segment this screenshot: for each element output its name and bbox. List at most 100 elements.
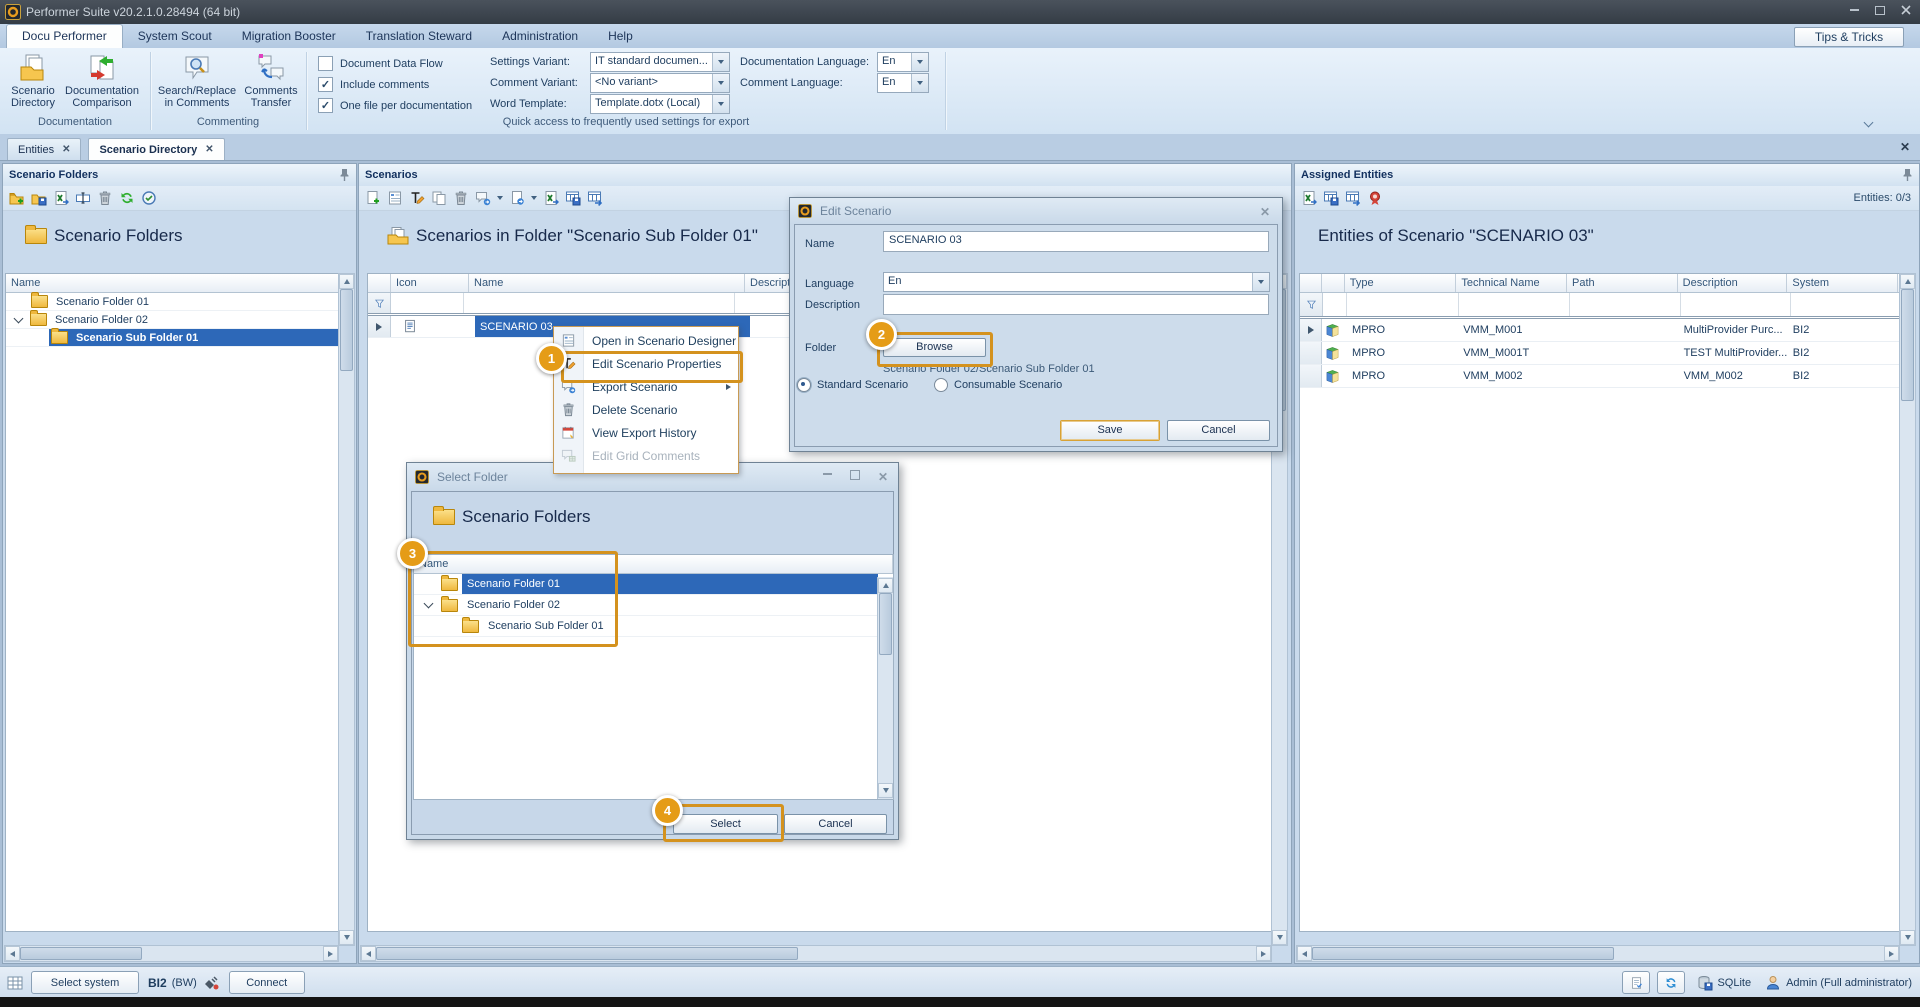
- scroll-up-icon[interactable]: [878, 578, 893, 593]
- doc-tab-scenario-directory[interactable]: Scenario Directory ✕: [88, 138, 224, 160]
- close-icon[interactable]: ✕: [1260, 205, 1270, 219]
- search-replace-comments-button[interactable]: Search/Replace in Comments: [155, 51, 239, 113]
- tree-item-scenario-folder-02[interactable]: Scenario Folder 02: [6, 311, 343, 329]
- scroll-thumb[interactable]: [1901, 289, 1914, 401]
- radio-consumable-scenario[interactable]: Consumable Scenario: [934, 378, 1062, 392]
- scroll-up-icon[interactable]: [1900, 274, 1915, 289]
- horizontal-scrollbar[interactable]: [4, 945, 339, 962]
- comment-language-select[interactable]: En: [877, 73, 929, 93]
- tree-item-scenario-folder-01[interactable]: Scenario Folder 01: [6, 293, 343, 311]
- save-grid-icon[interactable]: [565, 190, 581, 206]
- maximize-icon[interactable]: [1874, 4, 1886, 16]
- tab-migration-booster[interactable]: Migration Booster: [227, 25, 351, 48]
- close-tab-icon[interactable]: ✕: [205, 144, 213, 155]
- pin-icon[interactable]: [339, 168, 350, 182]
- export-grid-icon[interactable]: [587, 190, 603, 206]
- description-field[interactable]: [883, 294, 1269, 315]
- menu-item-view-export-history[interactable]: View Export History: [554, 421, 738, 444]
- minimize-icon[interactable]: [1848, 4, 1860, 16]
- chevron-down-icon[interactable]: [911, 53, 928, 71]
- entity-row[interactable]: MPRO VMM_M001 MultiProvider Purc... BI2: [1300, 319, 1903, 342]
- close-icon[interactable]: ✕: [878, 470, 888, 484]
- scenario-directory-button[interactable]: Scenario Directory: [4, 51, 62, 113]
- scroll-down-icon[interactable]: [878, 783, 893, 798]
- entity-row[interactable]: MPRO VMM_M002 VMM_M002 BI2: [1300, 365, 1903, 388]
- language-select[interactable]: En: [883, 272, 1270, 292]
- tab-help[interactable]: Help: [593, 25, 648, 48]
- checkbox-document-data-flow[interactable]: Document Data Flow: [318, 56, 443, 71]
- comment-variant-select[interactable]: <No variant>: [590, 73, 730, 93]
- export-excel-icon[interactable]: [543, 190, 559, 206]
- menu-item-open-in-scenario-designer[interactable]: Open in Scenario Designer: [554, 329, 738, 352]
- settings-variant-select[interactable]: IT standard documen...: [590, 52, 730, 72]
- connect-button[interactable]: Connect: [229, 971, 305, 994]
- radio-standard-scenario[interactable]: Standard Scenario: [797, 378, 908, 392]
- vertical-scrollbar[interactable]: [1899, 273, 1916, 946]
- chevron-down-icon[interactable]: [712, 95, 729, 113]
- new-scenario-icon[interactable]: [365, 190, 381, 206]
- tab-translation-steward[interactable]: Translation Steward: [351, 25, 487, 48]
- user-label[interactable]: Admin (Full administrator): [1786, 977, 1912, 989]
- word-template-select[interactable]: Template.dotx (Local): [590, 94, 730, 114]
- tab-docu-performer[interactable]: Docu Performer: [6, 24, 123, 48]
- database-label[interactable]: SQLite: [1717, 977, 1751, 989]
- chevron-down-icon[interactable]: [911, 74, 928, 92]
- column-header-type[interactable]: Type: [1345, 274, 1457, 292]
- doc-tab-entities[interactable]: Entities ✕: [7, 138, 81, 160]
- menu-item-delete-scenario[interactable]: Delete Scenario: [554, 398, 738, 421]
- checkbox-include-comments[interactable]: ✓ Include comments: [318, 77, 429, 92]
- scroll-up-icon[interactable]: [339, 274, 354, 289]
- export-comments-icon[interactable]: [475, 190, 491, 206]
- scenario-designer-icon[interactable]: [387, 190, 403, 206]
- vertical-scrollbar[interactable]: [338, 273, 355, 946]
- comments-transfer-button[interactable]: Comments Transfer: [240, 51, 302, 113]
- chevron-down-icon[interactable]: [497, 196, 503, 200]
- delete-icon[interactable]: [97, 190, 113, 206]
- column-header-path[interactable]: Path: [1567, 274, 1678, 292]
- save-button[interactable]: Save: [1060, 420, 1160, 441]
- copy-icon[interactable]: [431, 190, 447, 206]
- close-document-icon[interactable]: ✕: [1900, 140, 1910, 154]
- export-excel-icon[interactable]: [53, 190, 69, 206]
- tree-item-scenario-sub-folder-01[interactable]: Scenario Sub Folder 01: [6, 329, 343, 347]
- chevron-down-icon[interactable]: [712, 53, 729, 71]
- edit-properties-icon[interactable]: [409, 190, 425, 206]
- delete-icon[interactable]: [453, 190, 469, 206]
- export-grid-icon[interactable]: [1345, 190, 1361, 206]
- cancel-button[interactable]: Cancel: [1167, 420, 1270, 441]
- documentation-language-select[interactable]: En: [877, 52, 929, 72]
- export-document-icon[interactable]: [509, 190, 525, 206]
- column-header-technical-name[interactable]: Technical Name: [1456, 274, 1567, 292]
- cancel-button[interactable]: Cancel: [784, 814, 887, 834]
- scroll-thumb[interactable]: [376, 947, 798, 960]
- column-header-description[interactable]: Description: [1678, 274, 1788, 292]
- scroll-thumb[interactable]: [20, 947, 142, 960]
- remove-assignment-icon[interactable]: [1367, 190, 1383, 206]
- scroll-right-icon[interactable]: [1884, 946, 1899, 961]
- scroll-right-icon[interactable]: [323, 946, 338, 961]
- ribbon-collapse-icon[interactable]: [1865, 118, 1872, 129]
- scroll-thumb[interactable]: [1312, 947, 1614, 960]
- chevron-down-icon[interactable]: [1252, 273, 1269, 291]
- grid-view-icon[interactable]: [7, 975, 23, 991]
- select-system-button[interactable]: Select system: [31, 971, 139, 994]
- tips-and-tricks-button[interactable]: Tips & Tricks: [1794, 27, 1904, 47]
- scroll-left-icon[interactable]: [361, 946, 376, 961]
- horizontal-scrollbar[interactable]: [360, 945, 1272, 962]
- expander-icon[interactable]: [14, 313, 24, 323]
- pin-icon[interactable]: [1902, 168, 1913, 182]
- documentation-comparison-button[interactable]: Documentation Comparison: [62, 51, 142, 113]
- close-tab-icon[interactable]: ✕: [62, 144, 70, 155]
- column-header-name[interactable]: Name: [469, 274, 745, 292]
- entity-row[interactable]: MPRO VMM_M001T TEST MultiProvider... BI2: [1300, 342, 1903, 365]
- check-status-icon[interactable]: [141, 190, 157, 206]
- rename-icon[interactable]: [75, 190, 91, 206]
- scroll-left-icon[interactable]: [1297, 946, 1312, 961]
- column-header-system[interactable]: System: [1787, 274, 1898, 292]
- scroll-down-icon[interactable]: [1272, 930, 1287, 945]
- tab-system-scout[interactable]: System Scout: [123, 25, 227, 48]
- save-folder-icon[interactable]: [31, 190, 47, 206]
- add-folder-icon[interactable]: [9, 190, 25, 206]
- scroll-thumb[interactable]: [340, 289, 353, 371]
- tab-administration[interactable]: Administration: [487, 25, 593, 48]
